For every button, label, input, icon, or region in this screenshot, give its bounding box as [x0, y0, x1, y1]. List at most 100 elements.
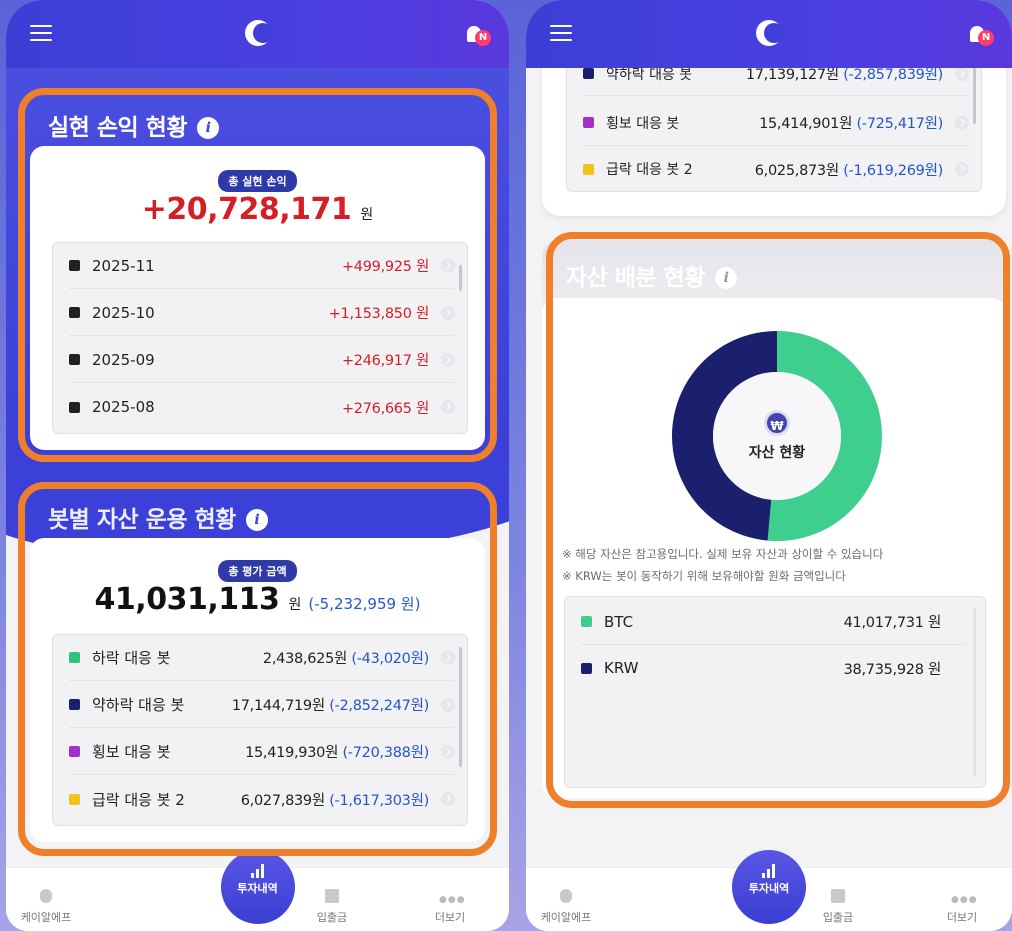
- bot-diff: (-2,857,839원): [843, 67, 943, 83]
- total-eval-pill: 총 평가 금액: [218, 560, 297, 582]
- list-item[interactable]: BTC 41,017,731 원: [581, 599, 967, 645]
- chevron-right-icon: [955, 162, 969, 176]
- bullet-square: [581, 616, 592, 627]
- bullet-square: [69, 307, 80, 318]
- nav-more[interactable]: ●●● 더보기: [410, 896, 490, 925]
- bullet-square: [69, 746, 80, 757]
- info-icon[interactable]: i: [245, 509, 268, 531]
- nav-label: 케이알에프: [540, 911, 592, 924]
- bot-diff: (-2,852,247원): [329, 698, 429, 714]
- month-label: 2025-09: [92, 350, 155, 369]
- nav-label: 입출금: [822, 911, 854, 924]
- nav-label: 투자내역: [237, 882, 278, 895]
- bot-assets-title: 봇별 자산 운용 현황 i: [48, 500, 268, 534]
- info-icon[interactable]: i: [196, 117, 219, 139]
- asset-value: 38,735,928 원: [843, 661, 942, 678]
- monthly-pnl-list: 2025-11 +499,925 원 2025-10 +1,153,850 원 …: [52, 242, 468, 434]
- chevron-right-icon: [441, 400, 455, 414]
- list-item[interactable]: 약하락 대응 봇 17,144,719원 (-2,852,247원): [69, 682, 455, 728]
- top-bar: N: [6, 0, 509, 68]
- bot-amount: 6,027,839원: [240, 792, 325, 809]
- nav-investment-history[interactable]: 투자내역: [732, 850, 806, 924]
- scrollbar[interactable]: [973, 607, 976, 777]
- list-item[interactable]: 횡보 대응 봇 15,419,930원 (-720,388원): [69, 729, 455, 775]
- bot-assets-card: 총 평가 금액 41,031,113 원 (-5,232,959 원) 하락 대…: [30, 538, 485, 842]
- chevron-right-icon: [955, 115, 969, 130]
- nav-label: 더보기: [434, 911, 466, 924]
- total-realized-unit: 원: [360, 207, 374, 223]
- nav-krf[interactable]: 케이알에프: [526, 889, 606, 925]
- total-eval-diff: (-5,232,959 원): [308, 595, 421, 613]
- menu-icon[interactable]: [550, 25, 572, 41]
- allocation-card: ₩ 자산 현황 ※ 해당 자산은 참고용입니다. 실제 보유 자산과 상이할 수…: [542, 298, 1006, 798]
- disclaimer-note: ※ 해당 자산은 참고용입니다. 실제 보유 자산과 상이할 수 있습니다: [562, 547, 884, 561]
- nav-label: 더보기: [946, 911, 978, 924]
- moon-logo-icon[interactable]: [756, 20, 784, 46]
- list-item[interactable]: 2025-11 +499,925 원: [69, 243, 455, 289]
- bullet-square: [69, 354, 80, 365]
- bullet-square: [581, 662, 592, 674]
- krw-note: ※ KRW는 봇이 동작하기 위해 보유해야할 원화 금액입니다: [562, 569, 846, 583]
- info-icon[interactable]: i: [714, 267, 737, 289]
- bot-diff: (-725,417원): [856, 116, 943, 132]
- bot-label: 하락 대응 봇: [92, 649, 171, 667]
- nav-more[interactable]: ●●● 더보기: [922, 896, 1002, 925]
- bot-label: 횡보 대응 봇: [92, 743, 171, 761]
- allocation-title: 자산 배분 현황 i: [566, 258, 737, 292]
- bot-diff: (-720,388원): [342, 745, 429, 761]
- bot-assets-card-continued: 약하락 대응 봇 17,139,127원 (-2,857,839원) 횡보 대응…: [542, 50, 1006, 216]
- realized-pnl-title-text: 실현 손익 현황: [48, 115, 187, 141]
- list-item[interactable]: 횡보 대응 봇 15,414,901원 (-725,417원): [583, 100, 969, 146]
- bullet-square: [69, 260, 80, 271]
- list-item[interactable]: 급락 대응 봇 2 6,025,873원 (-1,619,269원): [583, 146, 969, 191]
- scrollbar[interactable]: [459, 265, 462, 291]
- realized-pnl-title: 실현 손익 현황 i: [48, 108, 219, 142]
- month-value: +246,917 원: [341, 353, 429, 369]
- chevron-right-icon: [441, 697, 455, 712]
- bullet-square: [583, 68, 594, 79]
- nav-krf[interactable]: 케이알에프: [6, 889, 86, 925]
- month-value: +276,665 원: [341, 400, 429, 417]
- bar-chart-icon: [250, 864, 267, 878]
- nav-deposit-withdraw[interactable]: 입출금: [292, 889, 372, 925]
- coins-icon: [325, 889, 339, 903]
- bot-label: 약하락 대응 봇: [92, 696, 185, 714]
- month-label: 2025-10: [92, 303, 155, 322]
- won-coin-icon: ₩: [764, 410, 790, 436]
- bottom-nav: 케이알에프 투자내역 입출금 ●●● 더보기: [6, 850, 509, 931]
- month-label: 2025-08: [92, 398, 155, 416]
- bot-label: 급락 대응 봇 2: [92, 790, 185, 809]
- bot-amount: 15,414,901원: [759, 116, 853, 132]
- asset-list: BTC 41,017,731 원 KRW 38,735,928 원: [564, 596, 986, 788]
- bot-amount: 17,144,719원: [231, 698, 325, 714]
- list-item[interactable]: 하락 대응 봇 2,438,625원 (-43,020원): [69, 635, 455, 681]
- list-item[interactable]: 2025-10 +1,153,850 원: [69, 290, 455, 336]
- bullet-square: [69, 401, 80, 413]
- asset-label: BTC: [604, 612, 634, 631]
- bullet-square: [583, 117, 594, 128]
- bot-list: 하락 대응 봇 2,438,625원 (-43,020원) 약하락 대응 봇 1…: [52, 634, 468, 826]
- moon-logo-icon[interactable]: [244, 20, 273, 46]
- bullet-square: [69, 699, 80, 710]
- notification-bell-icon[interactable]: N: [970, 24, 996, 46]
- list-item[interactable]: 급락 대응 봇 2 6,027,839원 (-1,617,303원): [69, 776, 455, 822]
- scrollbar[interactable]: [459, 647, 462, 767]
- menu-icon[interactable]: [30, 25, 52, 41]
- bot-amount: 17,139,127원: [745, 67, 839, 83]
- coins-icon: [831, 889, 845, 903]
- total-realized-value: +20,728,171: [141, 192, 352, 227]
- notification-bell-icon[interactable]: N: [467, 24, 493, 46]
- mouse-icon: [560, 889, 572, 903]
- donut-center-label: 자산 현황: [748, 445, 806, 461]
- list-item[interactable]: KRW 38,735,928 원: [581, 645, 967, 691]
- nav-investment-history[interactable]: 투자내역: [220, 850, 295, 924]
- list-item[interactable]: 2025-08 +276,665 원: [69, 384, 455, 430]
- month-value: +1,153,850 원: [328, 306, 430, 322]
- bar-chart-icon: [762, 864, 778, 878]
- bottom-nav: 케이알에프 투자내역 입출금 ●●● 더보기: [526, 850, 1012, 931]
- chevron-right-icon: [441, 352, 455, 367]
- nav-deposit-withdraw[interactable]: 입출금: [798, 889, 878, 925]
- bot-amount: 2,438,625원: [262, 651, 348, 667]
- list-item[interactable]: 2025-09 +246,917 원: [69, 337, 455, 383]
- realized-pnl-card: 총 실현 손익 +20,728,171 원 2025-11 +499,925 원…: [30, 146, 485, 450]
